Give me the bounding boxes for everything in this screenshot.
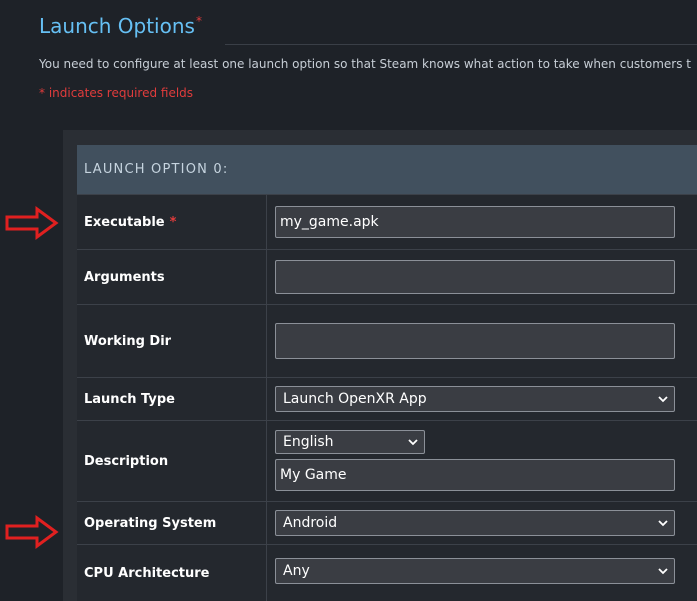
launch-type-select[interactable]: Launch OpenXR App — [275, 386, 675, 412]
description-label: Description — [77, 421, 267, 501]
chevron-down-icon — [658, 396, 668, 403]
page-title: Launch Options* — [39, 14, 202, 38]
launch-type-label: Launch Type — [77, 378, 267, 420]
description-input[interactable]: My Game — [275, 459, 675, 491]
cpu-architecture-label: CPU Architecture — [77, 545, 267, 601]
chevron-down-icon — [658, 520, 668, 527]
arguments-input[interactable] — [275, 260, 675, 294]
working-dir-row: Working Dir — [77, 304, 697, 377]
right-arrow-outline-icon — [5, 515, 59, 549]
launch-type-row: Launch Type Launch OpenXR App — [77, 377, 697, 420]
description-row: Description English My Game — [77, 420, 697, 501]
working-dir-input[interactable] — [275, 323, 675, 359]
title-required-star: * — [195, 14, 202, 29]
executable-input[interactable]: my_game.apk — [275, 206, 675, 238]
operating-system-selected-value: Android — [283, 515, 338, 531]
launch-type-selected-value: Launch OpenXR App — [283, 391, 427, 407]
cpu-architecture-select[interactable]: Any — [275, 558, 675, 584]
description-language-select[interactable]: English — [275, 430, 425, 454]
description-language-value: English — [283, 434, 334, 450]
operating-system-row: Operating System Android — [77, 501, 697, 544]
executable-label-text: Executable — [84, 214, 165, 230]
working-dir-label: Working Dir — [77, 305, 267, 377]
arguments-label: Arguments — [77, 250, 267, 304]
page-title-text: Launch Options — [39, 14, 195, 38]
right-arrow-outline-icon — [5, 206, 59, 240]
title-divider — [225, 44, 697, 45]
arguments-row: Arguments — [77, 249, 697, 304]
operating-system-label: Operating System — [77, 502, 267, 544]
executable-row: Executable * my_game.apk — [77, 194, 697, 249]
required-fields-note: * indicates required fields — [39, 86, 194, 100]
chevron-down-icon — [658, 568, 668, 575]
executable-label: Executable * — [77, 195, 267, 249]
launch-options-page: Launch Options* You need to configure at… — [0, 0, 697, 601]
operating-system-select[interactable]: Android — [275, 510, 675, 536]
cpu-architecture-selected-value: Any — [283, 563, 310, 579]
executable-required-star: * — [169, 214, 177, 230]
chevron-down-icon — [408, 439, 418, 446]
cpu-architecture-row: CPU Architecture Any — [77, 544, 697, 601]
launch-option-header: LAUNCH OPTION 0: — [77, 145, 697, 194]
intro-text: You need to configure at least one launc… — [39, 57, 692, 71]
